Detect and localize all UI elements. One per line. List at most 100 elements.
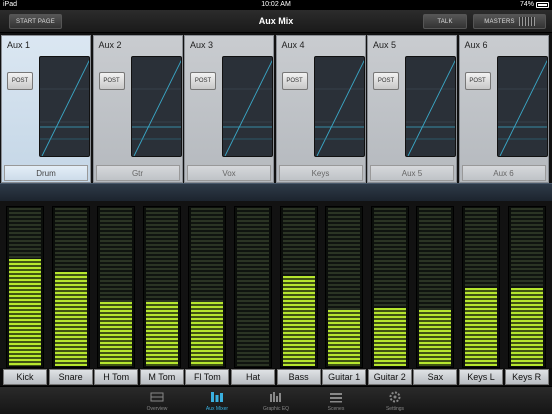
send-curve-graphic <box>131 60 181 156</box>
aux-name: Aux 1 <box>7 40 31 50</box>
aux-send-graph[interactable] <box>405 56 456 157</box>
aux-send-graph[interactable] <box>222 56 273 157</box>
masters-button[interactable]: MASTERS <box>473 14 546 29</box>
post-button[interactable]: POST <box>464 72 491 90</box>
channel-label[interactable]: Sax <box>413 369 458 385</box>
channel-meter[interactable] <box>370 206 409 368</box>
aux-panel[interactable]: Aux 4 POST Keys <box>275 35 366 183</box>
battery-percent: 74% <box>519 1 534 8</box>
channel-meter[interactable] <box>51 206 90 368</box>
talk-button[interactable]: TALK <box>423 14 467 29</box>
meter-level-fill <box>282 276 315 366</box>
meter-level-fill <box>191 302 224 366</box>
aux-label[interactable]: Aux 6 <box>461 165 546 181</box>
aux-name: Aux 2 <box>98 40 122 50</box>
aux-send-graph[interactable] <box>496 56 548 157</box>
aux-name: Aux 3 <box>190 40 214 50</box>
channel-meter[interactable] <box>416 206 455 368</box>
channel-label[interactable]: Snare <box>48 369 93 385</box>
channel-label[interactable]: Guitar 1 <box>322 369 367 385</box>
nav-bar: START PAGE Aux Mix TALK MASTERS <box>0 10 552 33</box>
post-button[interactable]: POST <box>7 72 33 90</box>
aux-send-graph[interactable] <box>313 56 365 157</box>
tab-label: Scenes <box>327 406 345 412</box>
post-button[interactable]: POST <box>98 72 125 90</box>
tab-label: Aux Mixer <box>205 406 229 412</box>
masters-grip-icon <box>518 17 535 26</box>
aux-panel[interactable]: Aux 3 POST Vox <box>184 35 274 183</box>
aux-name: Aux 4 <box>281 40 305 50</box>
aux-label[interactable]: Aux 5 <box>370 165 454 181</box>
channel-meter[interactable] <box>507 206 546 368</box>
meter-level-fill <box>145 302 178 366</box>
channel-label[interactable]: Bass <box>276 369 321 385</box>
tab-scenes[interactable]: Scenes <box>310 388 362 414</box>
aux-panel[interactable]: Aux 5 POST Aux 5 <box>367 35 457 183</box>
tab-label: Settings <box>385 406 405 412</box>
channel-label[interactable]: Guitar 2 <box>367 369 412 385</box>
aux-label[interactable]: Gtr <box>95 165 180 181</box>
channel-meter[interactable] <box>234 206 272 368</box>
channel-meter[interactable] <box>188 206 227 368</box>
aux-panel[interactable]: Aux 1 POST Drum <box>1 35 91 183</box>
meter-level-fill <box>54 271 87 366</box>
aux-mixer-icon <box>211 392 223 402</box>
channel-label[interactable]: Keys L <box>459 369 503 385</box>
status-bar: iPad 10:02 AM 74% <box>0 0 552 10</box>
send-curve-graphic <box>223 60 272 156</box>
aux-name: Aux 5 <box>373 40 397 50</box>
tab-label: Graphic EQ <box>262 406 290 412</box>
tab-settings[interactable]: Settings <box>369 388 421 414</box>
aux-label[interactable]: Keys <box>278 165 363 181</box>
aux-panel[interactable]: Aux 2 POST Gtr <box>92 35 183 183</box>
scenes-icon <box>330 393 342 403</box>
aux-bus-row: Aux 1 POST Drum Aux 2 POST Gtr Aux 3 POS… <box>1 35 552 183</box>
channel-meter[interactable] <box>6 206 44 368</box>
channel-meter[interactable] <box>279 206 318 368</box>
tab-overview[interactable]: Overview <box>131 388 183 414</box>
channel-meter[interactable] <box>142 206 181 368</box>
aux-name: Aux 6 <box>464 40 488 50</box>
aux-label[interactable]: Vox <box>187 165 271 181</box>
channel-label[interactable]: M Tom <box>139 369 184 385</box>
channel-label[interactable]: Hat <box>231 369 275 385</box>
meter-level-fill <box>510 287 543 366</box>
battery-icon <box>536 2 549 8</box>
meter-track <box>237 208 269 366</box>
meter-level-fill <box>100 302 133 366</box>
post-button[interactable]: POST <box>373 72 399 90</box>
channel-meter[interactable] <box>97 206 136 368</box>
meter-level-fill <box>465 287 497 366</box>
tab-graphic-eq[interactable]: Graphic EQ <box>250 388 302 414</box>
masters-label: MASTERS <box>484 18 515 25</box>
meter-level-fill <box>9 258 41 366</box>
post-button[interactable]: POST <box>190 72 216 90</box>
channel-labels: Kick Snare H Tom M Tom Fl Tom Hat Bass Guitar 1… <box>0 368 552 386</box>
graphic-eq-icon <box>270 392 281 402</box>
aux-send-graph[interactable] <box>130 56 182 157</box>
tab-label: Overview <box>146 406 168 412</box>
page-title: Aux Mix <box>258 16 294 26</box>
meter-level-fill <box>373 308 406 366</box>
aux-label[interactable]: Drum <box>4 165 88 181</box>
channel-meter[interactable] <box>325 206 364 368</box>
channel-meters <box>0 201 552 368</box>
aux-send-graph[interactable] <box>39 56 90 157</box>
channel-label[interactable]: Kick <box>3 369 47 385</box>
post-button[interactable]: POST <box>281 72 308 90</box>
send-curve-graphic <box>40 60 89 156</box>
channel-meter[interactable] <box>462 206 500 368</box>
send-curve-graphic <box>497 60 547 156</box>
send-curve-graphic <box>314 60 364 156</box>
channel-label[interactable]: H Tom <box>94 369 139 385</box>
meter-level-fill <box>328 310 361 366</box>
tab-bar: Overview Aux Mixer Graphic EQ Scenes Set… <box>0 386 552 414</box>
tab-aux-mixer[interactable]: Aux Mixer <box>191 388 243 414</box>
aux-panel[interactable]: Aux 6 POST Aux 6 <box>458 35 549 183</box>
channel-label[interactable]: Keys R <box>504 369 549 385</box>
gear-icon <box>389 391 401 403</box>
overview-icon <box>150 392 164 402</box>
send-curve-graphic <box>406 60 455 156</box>
clock: 10:02 AM <box>261 1 291 8</box>
channel-label[interactable]: Fl Tom <box>185 369 230 385</box>
